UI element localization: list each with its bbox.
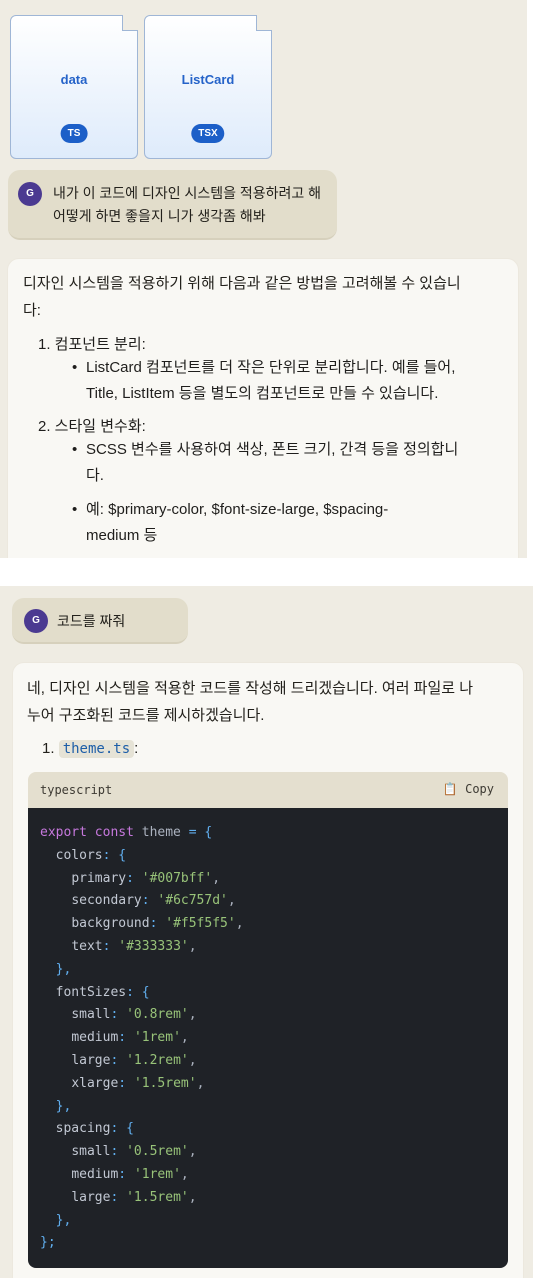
code-line: medium: '1rem',	[71, 1030, 189, 1046]
code-line: xlarge: '1.5rem',	[71, 1075, 205, 1091]
step-title: 1. 컴포넌트 분리:	[38, 336, 146, 353]
code-line: },	[55, 961, 72, 977]
bullet-line: medium 등	[86, 527, 158, 544]
user-message-line: 내가 이 코드에 디자인 시스템을 적용하려고 해	[53, 185, 322, 201]
page-fold-icon	[256, 15, 272, 31]
copy-button[interactable]: 📋 Copy	[443, 782, 494, 796]
bullet-line: 예: $primary-color, $font-size-large, $sp…	[86, 501, 389, 518]
bullet-item: SCSS 변수를 사용하여 색상, 폰트 크기, 간격 등을 정의합니 다.	[72, 438, 459, 488]
code-line: large: '1.5rem',	[71, 1189, 197, 1205]
answer-intro-line: 네, 디자인 시스템을 적용한 코드를 작성해 드리겠습니다. 여러 파일로 나	[27, 680, 474, 697]
code-line: large: '1.2rem',	[71, 1052, 197, 1068]
bullet-line: ListCard 컴포넌트를 더 작은 단위로 분리합니다. 예를 들어,	[86, 359, 456, 376]
code-line: colors: {	[55, 847, 127, 863]
user-message: G 코드를 짜줘	[12, 598, 188, 644]
step-suffix: :	[134, 740, 139, 757]
bullet-line: 다.	[86, 467, 104, 484]
assistant-message: 디자인 시스템을 적용하기 위해 다음과 같은 방법을 고려해볼 수 있습니 다…	[7, 258, 519, 558]
file-type-badge: TS	[60, 124, 88, 143]
code-line: small: '0.5rem',	[71, 1144, 197, 1160]
answer-intro-line: 다:	[23, 302, 41, 319]
code-line: },	[55, 1212, 72, 1228]
code-line: export const theme = {	[40, 825, 213, 840]
code-line: small: '0.8rem',	[71, 1007, 197, 1023]
file-attachment-data[interactable]: data TS	[10, 15, 138, 159]
code-line: };	[40, 1235, 56, 1251]
code-line: background: '#f5f5f5',	[71, 916, 244, 932]
bullet-item: ListCard 컴포넌트를 더 작은 단위로 분리합니다. 예를 들어, Ti…	[72, 356, 456, 406]
bullet-list: SCSS 변수를 사용하여 색상, 폰트 크기, 간격 등을 정의합니 다. 예…	[72, 438, 459, 548]
answer-intro-line: 디자인 시스템을 적용하기 위해 다음과 같은 방법을 고려해볼 수 있습니	[23, 275, 461, 292]
code-block[interactable]: export const theme = { colors: { primary…	[28, 808, 508, 1268]
code-line: fontSizes: {	[55, 984, 150, 1000]
file-type-badge: TSX	[191, 124, 225, 143]
conversation-panel-top: data TS ListCard TSX G 내가 이 코드에 디자인 시스템을…	[0, 0, 527, 558]
code-line: secondary: '#6c757d',	[71, 893, 236, 909]
code-block-header: typescript 📋 Copy	[28, 772, 508, 809]
code-line: spacing: {	[55, 1121, 134, 1137]
step-title: 2. 스타일 변수화:	[38, 418, 146, 435]
user-avatar: G	[24, 609, 48, 633]
copy-label: Copy	[465, 782, 494, 796]
answer-intro-line: 누어 구조화된 코드를 제시하겠습니다.	[27, 707, 265, 724]
bullet-line: SCSS 변수를 사용하여 색상, 폰트 크기, 간격 등을 정의합니	[86, 441, 459, 458]
file-attachment-listcard[interactable]: ListCard TSX	[144, 15, 272, 159]
code-language-label: typescript	[40, 783, 113, 797]
page-fold-icon	[122, 15, 138, 31]
user-message-line: 어떻게 하면 좋을지 니가 생각좀 해봐	[53, 208, 266, 224]
user-message: G 내가 이 코드에 디자인 시스템을 적용하려고 해 어떻게 하면 좋을지 니…	[8, 170, 337, 240]
step-file-code: theme.ts	[58, 740, 135, 758]
clipboard-icon: 📋	[442, 782, 458, 796]
user-avatar: G	[18, 182, 42, 206]
step-item: 1. theme.ts:	[42, 737, 138, 761]
step-number: 1.	[42, 740, 55, 757]
file-name: data	[60, 72, 88, 87]
conversation-panel-bottom: G 코드를 짜줘 네, 디자인 시스템을 적용한 코드를 작성해 드리겠습니다.…	[0, 586, 533, 1278]
code-line: },	[55, 1098, 72, 1114]
bullet-list: ListCard 컴포넌트를 더 작은 단위로 분리합니다. 예를 들어, Ti…	[72, 356, 456, 406]
user-message-text: 코드를 짜줘	[57, 613, 126, 629]
bullet-line: Title, ListItem 등을 별도의 컴포넌트로 만들 수 있습니다.	[86, 385, 439, 402]
file-name: ListCard	[181, 72, 235, 87]
code-line: primary: '#007bff',	[71, 870, 221, 886]
code-line: text: '#333333',	[71, 938, 197, 954]
code-line: medium: '1rem',	[71, 1166, 189, 1182]
bullet-item: 예: $primary-color, $font-size-large, $sp…	[72, 498, 458, 548]
